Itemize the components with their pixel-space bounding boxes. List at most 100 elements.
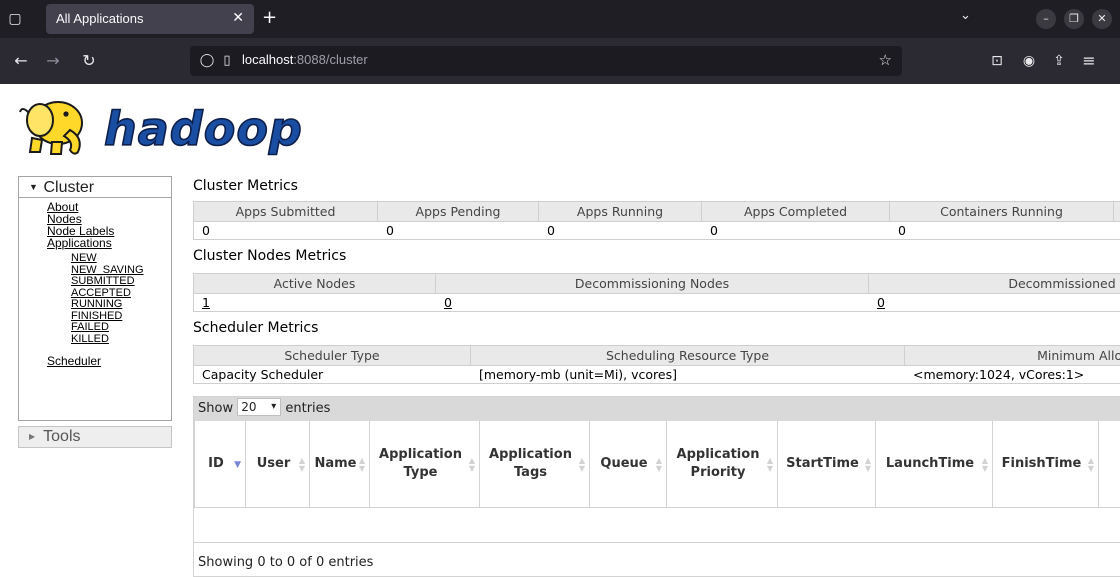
active-nodes-link[interactable]: 1 — [193, 293, 436, 312]
column-start-time-label: StartTime — [786, 455, 859, 471]
header-active-nodes[interactable]: Active Nodes — [193, 273, 436, 294]
sort-icon: ▲ ▼ — [1087, 456, 1094, 473]
sidebar-item-finished[interactable]: FINISHED — [47, 310, 171, 323]
apps-submitted-value: 0 — [193, 221, 378, 240]
url-path: :8088/cluster — [293, 52, 368, 67]
column-queue[interactable]: Queue ▲ ▼ — [589, 421, 667, 508]
sidebar-item-applications[interactable]: Applications — [47, 237, 171, 249]
close-tab-icon[interactable]: ✕ — [232, 10, 244, 26]
cluster-nodes-metrics-table: Active Nodes Decommissioning Nodes Decom… — [193, 273, 1120, 312]
shield-icon[interactable]: ◯ — [198, 51, 216, 71]
browser-tab-bar: ▢ All Applications ✕ + ⌄ – ❐ ✕ — [0, 0, 1120, 38]
hadoop-wordmark: hadoop — [104, 102, 303, 156]
scheduler-metrics-title: Scheduler Metrics — [193, 320, 319, 336]
close-window-icon[interactable]: ✕ — [1092, 9, 1112, 29]
column-id[interactable]: ID ▼ — [194, 421, 246, 508]
chevron-down-icon: ▾ — [271, 401, 277, 412]
apps-running-value: 0 — [538, 221, 702, 240]
apps-pending-value: 0 — [377, 221, 539, 240]
sort-icon: ▲ ▼ — [298, 456, 305, 473]
url-text[interactable]: localhost:8088/cluster — [242, 52, 368, 67]
header-scheduling-resource-type[interactable]: Scheduling Resource Type — [470, 345, 905, 366]
hadoop-logo: hadoop — [19, 101, 303, 157]
minimum-allocation-value: <memory:1024, vCores:1> — [904, 365, 1120, 384]
decommissioning-nodes-link[interactable]: 0 — [435, 293, 869, 312]
page-icon[interactable]: ▯ — [218, 51, 236, 71]
pocket-icon[interactable]: ⊡ — [986, 50, 1008, 72]
account-icon[interactable]: ◉ — [1018, 50, 1040, 72]
applications-table: ID ▼ User ▲ ▼ Name ▲ ▼ Application Type ▲ ▼ App… — [194, 421, 1120, 508]
header-minimum-allocation[interactable]: Minimum Alloc — [904, 345, 1120, 366]
column-start-time[interactable]: StartTime ▲ ▼ — [777, 421, 876, 508]
column-finish-time[interactable]: FinishTime ▲ ▼ — [992, 421, 1099, 508]
header-apps-running[interactable]: Apps Running — [538, 201, 702, 222]
header-scheduler-type[interactable]: Scheduler Type — [193, 345, 471, 366]
sort-icon: ▲ ▼ — [981, 456, 988, 473]
browser-tab[interactable]: All Applications ✕ — [46, 4, 254, 34]
sidebar-item-new[interactable]: NEW — [47, 252, 171, 265]
sidebar: ▼ Cluster About Nodes Node Labels Applic… — [18, 176, 172, 448]
sidebar-item-submitted[interactable]: SUBMITTED — [47, 275, 171, 288]
table-info: Showing 0 to 0 of 0 entries — [198, 555, 374, 570]
sort-icon: ▲ ▼ — [578, 456, 585, 473]
column-launch-time[interactable]: LaunchTime ▲ ▼ — [875, 421, 993, 508]
extensions-icon[interactable]: ⇪ — [1048, 50, 1070, 72]
header-apps-pending[interactable]: Apps Pending — [377, 201, 539, 222]
minimize-icon[interactable]: – — [1036, 9, 1056, 29]
restore-icon[interactable]: ❐ — [1064, 9, 1084, 29]
empty-table-row — [194, 508, 1120, 543]
forward-icon[interactable]: → — [42, 50, 64, 72]
page-size-select[interactable]: 20 ▾ — [237, 398, 282, 416]
column-application-priority[interactable]: Application Priority ▲ ▼ — [666, 421, 778, 508]
back-icon[interactable]: ← — [10, 50, 32, 72]
page-size-control: Show 20 ▾ entries — [194, 397, 1120, 421]
column-queue-label: Queue — [600, 455, 648, 471]
sort-icon: ▲ ▼ — [468, 456, 475, 473]
browser-nav-bar: ← → ↻ ◯ ▯ localhost:8088/cluster ☆ ⊡ ◉ ⇪… — [0, 38, 1120, 84]
column-application-type[interactable]: Application Type ▲ ▼ — [369, 421, 480, 508]
column-id-label: ID — [208, 455, 224, 471]
sort-icon: ▲ ▼ — [766, 456, 773, 473]
chevron-down-icon[interactable]: ⌄ — [960, 8, 971, 23]
bookmark-star-icon[interactable]: ☆ — [879, 51, 892, 69]
sidebar-tools-header[interactable]: ▶ Tools — [18, 426, 172, 448]
show-label: Show — [198, 401, 234, 416]
cluster-label: Cluster — [43, 179, 95, 196]
page-size-value: 20 — [241, 400, 257, 414]
reload-icon[interactable]: ↻ — [78, 50, 100, 72]
sort-icon: ▲ ▼ — [655, 456, 662, 473]
sort-icon: ▲ ▼ — [358, 456, 365, 473]
sidebar-cluster-header[interactable]: ▼ Cluster — [18, 176, 172, 198]
app-menu-icon[interactable]: ≡ — [1078, 50, 1100, 72]
entries-label: entries — [285, 401, 331, 416]
column-name[interactable]: Name ▲ ▼ — [309, 421, 370, 508]
column-application-type-label: Application Type — [379, 446, 462, 480]
sidebar-item-killed[interactable]: KILLED — [47, 333, 171, 346]
elephant-icon — [19, 101, 83, 155]
column-application-tags-label: Application Tags — [489, 446, 572, 480]
header-apps-submitted[interactable]: Apps Submitted — [193, 201, 378, 222]
sort-desc-icon: ▼ — [234, 460, 241, 470]
header-apps-completed[interactable]: Apps Completed — [701, 201, 890, 222]
new-tab-icon[interactable]: + — [262, 7, 277, 29]
sort-icon: ▲ ▼ — [864, 456, 871, 473]
caret-down-icon: ▼ — [29, 182, 38, 192]
apps-completed-value: 0 — [701, 221, 890, 240]
url-bar[interactable]: ◯ ▯ localhost:8088/cluster ☆ — [190, 46, 902, 76]
url-host: localhost — [242, 52, 294, 67]
decommissioned-nodes-link[interactable]: 0 — [868, 293, 1120, 312]
header-decommissioned-nodes[interactable]: Decommissioned N — [868, 273, 1120, 294]
column-user[interactable]: User ▲ ▼ — [245, 421, 310, 508]
column-name-label: Name — [314, 455, 357, 471]
header-containers-running[interactable]: Containers Running — [889, 201, 1114, 222]
header-decommissioning-nodes[interactable]: Decommissioning Nodes — [435, 273, 869, 294]
applications-panel: Show 20 ▾ entries ID ▼ User ▲ ▼ Name ▲ ▼ Appli… — [193, 396, 1120, 577]
column-application-priority-label: Application Priority — [676, 446, 760, 480]
sidebar-item-scheduler[interactable]: Scheduler — [47, 355, 171, 367]
column-application-tags[interactable]: Application Tags ▲ ▼ — [479, 421, 590, 508]
cluster-metrics-table: Apps Submitted Apps Pending Apps Running… — [193, 201, 1120, 240]
tab-list-menu-icon[interactable]: ▢ — [4, 8, 26, 30]
sidebar-item-failed[interactable]: FAILED — [47, 321, 171, 334]
cluster-metrics-title: Cluster Metrics — [193, 178, 298, 194]
sidebar-item-running[interactable]: RUNNING — [47, 298, 171, 311]
